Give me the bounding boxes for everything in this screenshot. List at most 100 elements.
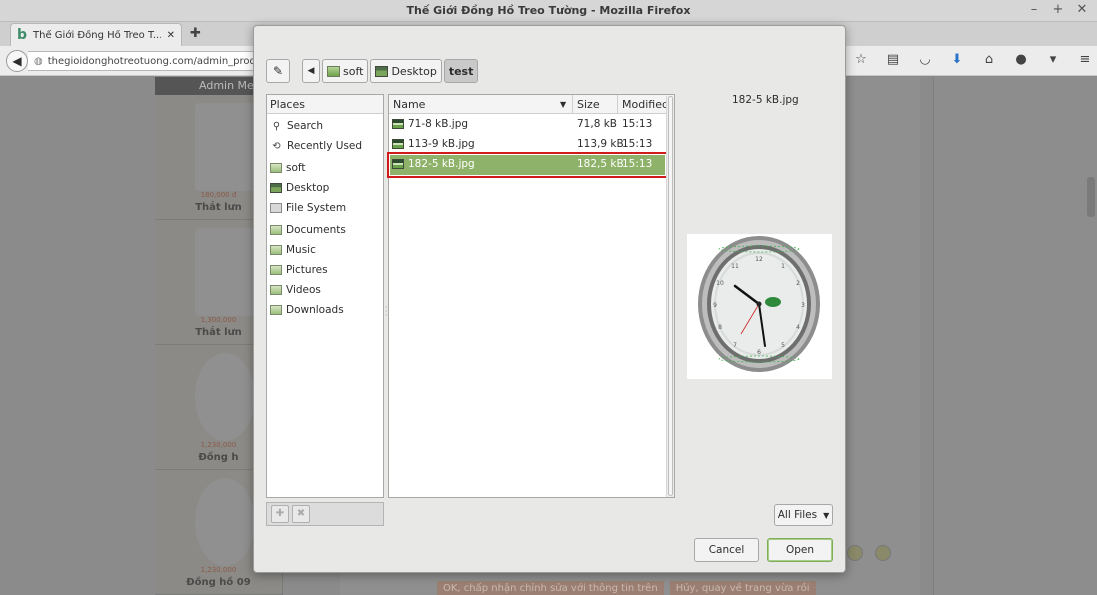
preview-filename: 182-5 kB.jpg	[732, 94, 799, 106]
download-icon[interactable]: ⬇	[948, 52, 966, 67]
svg-text:7: 7	[733, 342, 737, 349]
back-button[interactable]: ◀	[6, 50, 28, 72]
crumb-soft[interactable]: soft	[322, 59, 369, 83]
extension-icon[interactable]: ▾	[1044, 52, 1062, 67]
url-text: thegioidonghotreotuong.com/admin_produc	[47, 55, 268, 67]
svg-text:8: 8	[718, 324, 722, 331]
tab-close-icon[interactable]: ✕	[167, 30, 175, 41]
minimize-button[interactable]: –	[1027, 2, 1041, 17]
places-item-documents[interactable]: Documents	[267, 220, 383, 240]
places-item-downloads[interactable]: Downloads	[267, 300, 383, 320]
product-image	[195, 353, 255, 441]
file-name: 182-5 kB.jpg	[408, 158, 475, 170]
file-row[interactable]: 113-9 kB.jpg 113,9 kB 15:13	[390, 135, 665, 155]
file-row[interactable]: 71-8 kB.jpg 71,8 kB 15:13	[390, 115, 665, 135]
places-item-label: Recently Used	[287, 140, 363, 152]
places-item-desktop[interactable]: Desktop	[267, 178, 383, 198]
places-pane: Places ⚲ Search ⟲ Recently Used soft Des…	[266, 94, 384, 498]
places-item-recently-used[interactable]: ⟲ Recently Used	[267, 136, 383, 156]
file-size: 113,9 kB	[577, 138, 624, 150]
product-image	[195, 478, 255, 566]
remove-bookmark-button[interactable]: ✖	[292, 505, 310, 523]
url-bar[interactable]: ◍ thegioidonghotreotuong.com/admin_produ…	[28, 51, 268, 71]
path-bar: ◀ soft Desktop test	[302, 59, 479, 83]
smiley-icon	[875, 545, 891, 561]
pocket-icon[interactable]: ◡	[916, 52, 934, 67]
star-icon[interactable]: ☆	[852, 52, 870, 67]
product-image	[195, 103, 255, 191]
new-tab-button[interactable]: ✚	[190, 26, 201, 41]
scrollbar-thumb[interactable]	[668, 96, 673, 496]
search-icon: ⚲	[272, 120, 281, 132]
places-item-file-system[interactable]: File System	[267, 198, 383, 218]
column-name[interactable]: Name	[393, 98, 425, 111]
crumb-desktop[interactable]: Desktop	[370, 59, 442, 83]
svg-text:12: 12	[755, 256, 763, 263]
svg-text:9: 9	[713, 302, 717, 309]
cancel-button[interactable]: Cancel	[694, 538, 759, 562]
add-bookmark-button[interactable]: ✚	[271, 505, 289, 523]
window-title: Thế Giới Đồng Hồ Treo Tường - Mozilla Fi…	[406, 4, 691, 17]
crumb-label: Desktop	[391, 64, 437, 78]
chat-icon[interactable]: ●	[1012, 52, 1030, 67]
column-modified[interactable]: Modified	[622, 98, 669, 111]
places-header[interactable]: Places	[267, 95, 383, 114]
file-list-scrollbar[interactable]	[666, 96, 674, 497]
right-sidebar	[933, 77, 1097, 595]
site-info-icon[interactable]: ◍	[34, 56, 43, 67]
folder-icon	[270, 163, 282, 173]
file-list-header: Name ▼ Size Modified	[389, 95, 674, 114]
menu-icon[interactable]: ≡	[1076, 52, 1094, 67]
svg-text:6: 6	[757, 349, 761, 356]
places-item-soft[interactable]: soft	[267, 158, 383, 178]
places-item-search[interactable]: ⚲ Search	[267, 116, 383, 136]
places-item-label: Documents	[286, 224, 346, 236]
svg-text:11: 11	[731, 263, 739, 270]
image-file-icon	[392, 139, 404, 149]
places-item-music[interactable]: Music	[267, 240, 383, 260]
places-item-videos[interactable]: Videos	[267, 280, 383, 300]
browser-tab[interactable]: b Thế Giới Đồng Hồ Treo T... ✕	[10, 23, 182, 46]
smiley-icon	[847, 545, 863, 561]
image-file-icon	[392, 159, 404, 169]
file-modified: 15:13	[622, 118, 653, 130]
crumb-test[interactable]: test	[443, 59, 479, 83]
preview-image: 12 1 2 345 678 9 10 11	[687, 234, 832, 379]
svg-text:4: 4	[796, 324, 800, 331]
folder-icon	[270, 225, 282, 235]
open-button[interactable]: Open	[767, 538, 833, 562]
file-chooser-dialog: ✎ ◀ soft Desktop test Places ⚲ Search ⟲ …	[253, 25, 846, 573]
column-size[interactable]: Size	[577, 98, 600, 111]
svg-text:3: 3	[801, 302, 805, 309]
tab-label: Thế Giới Đồng Hồ Treo T...	[33, 29, 161, 41]
close-window-button[interactable]: ✕	[1075, 2, 1089, 17]
site-favicon-icon: b	[17, 27, 28, 43]
svg-text:2: 2	[796, 280, 800, 287]
file-type-filter[interactable]: All Files ▼	[774, 504, 833, 526]
places-item-label: File System	[286, 202, 347, 214]
places-item-pictures[interactable]: Pictures	[267, 260, 383, 280]
places-item-label: Downloads	[286, 304, 344, 316]
places-item-label: Music	[286, 244, 316, 256]
reading-list-icon[interactable]: ▤	[884, 52, 902, 67]
places-toolbar: ✚ ✖	[266, 502, 384, 526]
file-row-selected[interactable]: 182-5 kB.jpg 182,5 kB 15:13	[387, 152, 668, 178]
left-arrow-icon: ◀	[307, 66, 315, 76]
svg-text:10: 10	[716, 280, 724, 287]
folder-icon	[270, 305, 282, 315]
type-location-button[interactable]: ✎	[266, 59, 290, 83]
home-icon[interactable]: ⌂	[980, 52, 998, 67]
product-image	[195, 228, 255, 316]
folder-icon	[270, 245, 282, 255]
file-size: 71,8 kB	[577, 118, 618, 130]
page-scrollbar[interactable]	[1087, 177, 1095, 217]
cancel-return-button: Hủy, quay về trang vừa rồi	[669, 581, 816, 595]
filter-value: All Files	[777, 509, 818, 521]
places-item-label: Pictures	[286, 264, 328, 276]
path-back-button[interactable]: ◀	[302, 59, 320, 83]
file-list: Name ▼ Size Modified 71-8 kB.jpg 71,8 kB…	[387, 94, 675, 498]
pencil-icon: ✎	[272, 64, 284, 78]
maximize-button[interactable]: +	[1051, 2, 1065, 17]
desktop-icon	[375, 65, 389, 77]
sort-down-icon[interactable]: ▼	[560, 100, 566, 109]
